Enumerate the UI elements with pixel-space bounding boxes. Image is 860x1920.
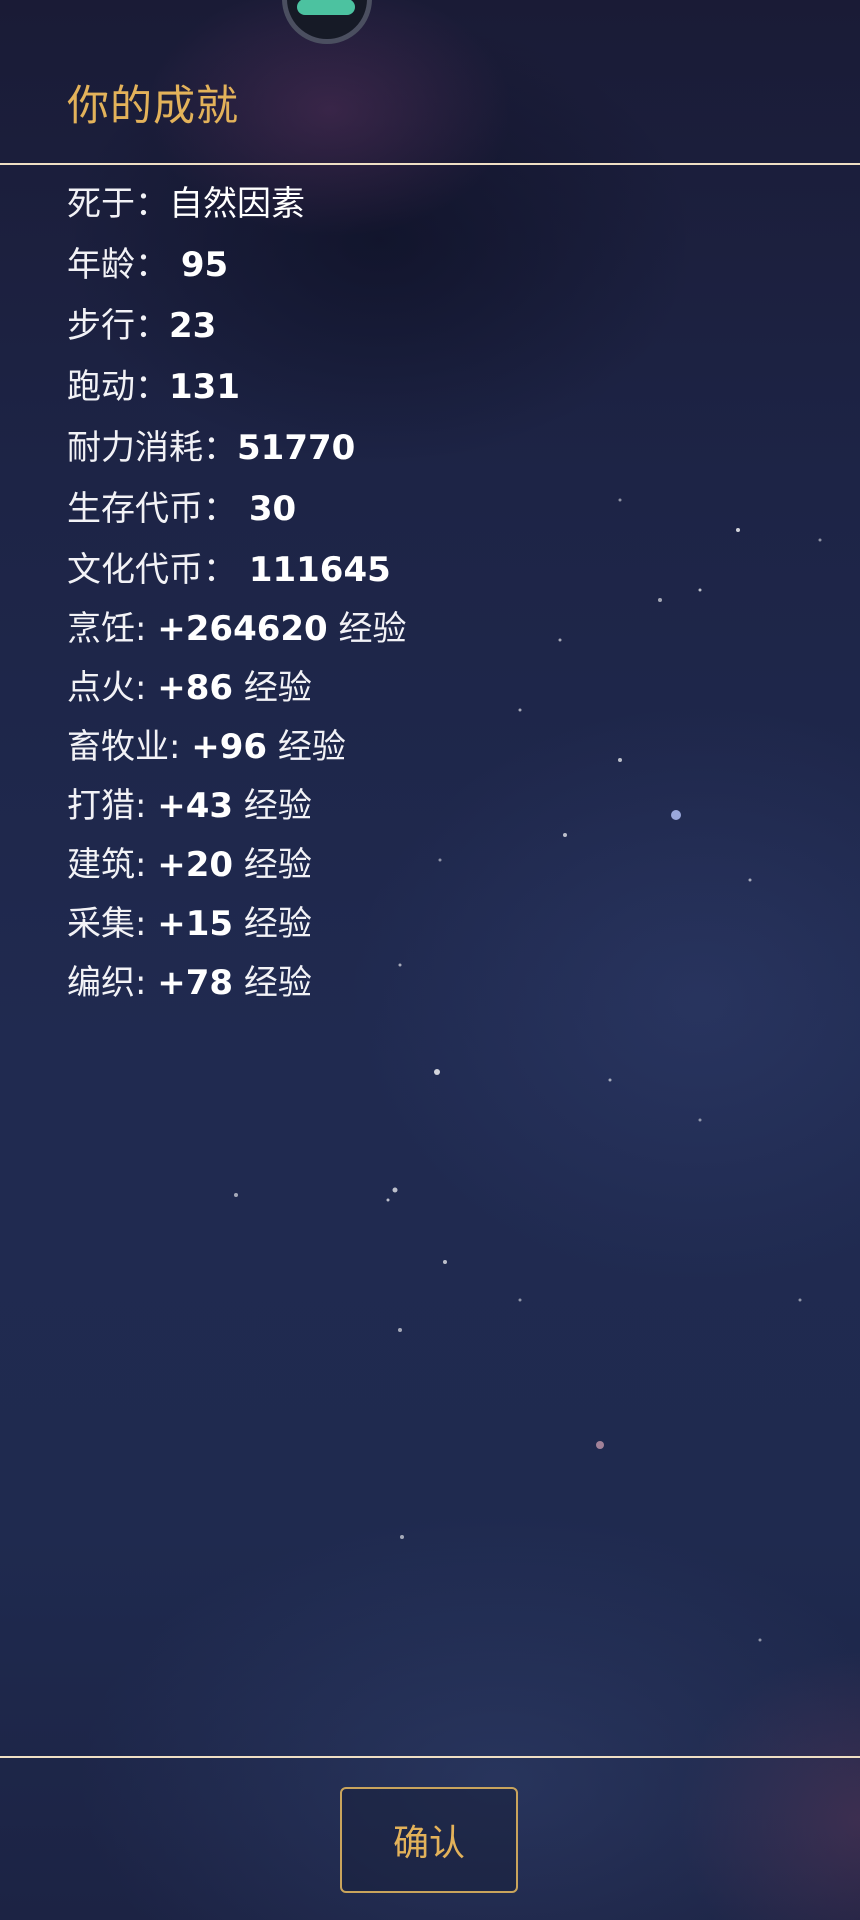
exp-label: 畜牧业: xyxy=(67,727,192,767)
stat-row-cause-of-death: 死于：自然因素 xyxy=(67,176,827,237)
stat-row-stamina-used: 耐力消耗：51770 xyxy=(67,420,827,481)
stat-label: 年龄： xyxy=(67,245,169,285)
stat-row-survival-tokens: 生存代币： 30 xyxy=(67,481,827,542)
exp-label: 编织: xyxy=(67,963,158,1003)
stat-label: 文化代币： xyxy=(67,550,237,590)
stat-label: 生存代币： xyxy=(67,489,237,529)
exp-row-gathering: 采集: +15 经验 xyxy=(67,896,827,955)
stat-value: 30 xyxy=(237,489,297,529)
stat-value: 23 xyxy=(169,306,217,346)
exp-value: +20 xyxy=(157,845,234,885)
stat-label: 跑动： xyxy=(67,367,169,407)
exp-row-cooking: 烹饪: +264620 经验 xyxy=(67,601,827,660)
stat-value: 自然因素 xyxy=(169,184,305,224)
avatar-badge-icon xyxy=(297,0,355,15)
exp-unit: 经验 xyxy=(233,904,312,944)
confirm-button[interactable]: 确认 xyxy=(340,1787,518,1893)
stat-row-running: 跑动：131 xyxy=(67,359,827,420)
exp-value: +96 xyxy=(191,727,268,767)
exp-row-weaving: 编织: +78 经验 xyxy=(67,955,827,1014)
achievement-list: 死于：自然因素 年龄： 95 步行：23 跑动：131 耐力消耗：51770 生… xyxy=(67,176,827,1014)
stat-row-age: 年龄： 95 xyxy=(67,237,827,298)
exp-row-husbandry: 畜牧业: +96 经验 xyxy=(67,719,827,778)
stat-label: 步行： xyxy=(67,306,169,346)
exp-unit: 经验 xyxy=(267,727,346,767)
exp-value: +86 xyxy=(157,668,234,708)
stat-value: 95 xyxy=(169,245,229,285)
exp-label: 采集: xyxy=(67,904,158,944)
stat-row-culture-tokens: 文化代币： 111645 xyxy=(67,542,827,601)
exp-label: 烹饪: xyxy=(67,609,158,649)
exp-row-fire-making: 点火: +86 经验 xyxy=(67,660,827,719)
exp-value: +43 xyxy=(157,786,234,826)
header-divider xyxy=(0,163,860,165)
exp-value: +264620 xyxy=(157,609,328,649)
stat-value: 131 xyxy=(169,367,240,407)
stat-label: 耐力消耗： xyxy=(67,428,237,468)
exp-unit: 经验 xyxy=(327,609,407,649)
exp-label: 建筑: xyxy=(67,845,158,885)
exp-unit: 经验 xyxy=(233,963,312,1003)
exp-unit: 经验 xyxy=(233,668,312,708)
stat-label: 死于： xyxy=(67,184,169,224)
exp-label: 点火: xyxy=(67,668,158,708)
stat-value: 111645 xyxy=(237,550,391,590)
stat-row-walking: 步行：23 xyxy=(67,298,827,359)
exp-row-building: 建筑: +20 经验 xyxy=(67,837,827,896)
exp-value: +78 xyxy=(157,963,234,1003)
exp-unit: 经验 xyxy=(233,845,312,885)
exp-label: 打猎: xyxy=(67,786,158,826)
exp-row-hunting: 打猎: +43 经验 xyxy=(67,778,827,837)
exp-unit: 经验 xyxy=(233,786,312,826)
stat-value: 51770 xyxy=(237,428,356,468)
page-title: 你的成就 xyxy=(67,81,240,130)
footer-divider xyxy=(0,1756,860,1758)
avatar xyxy=(282,0,372,44)
exp-value: +15 xyxy=(157,904,234,944)
